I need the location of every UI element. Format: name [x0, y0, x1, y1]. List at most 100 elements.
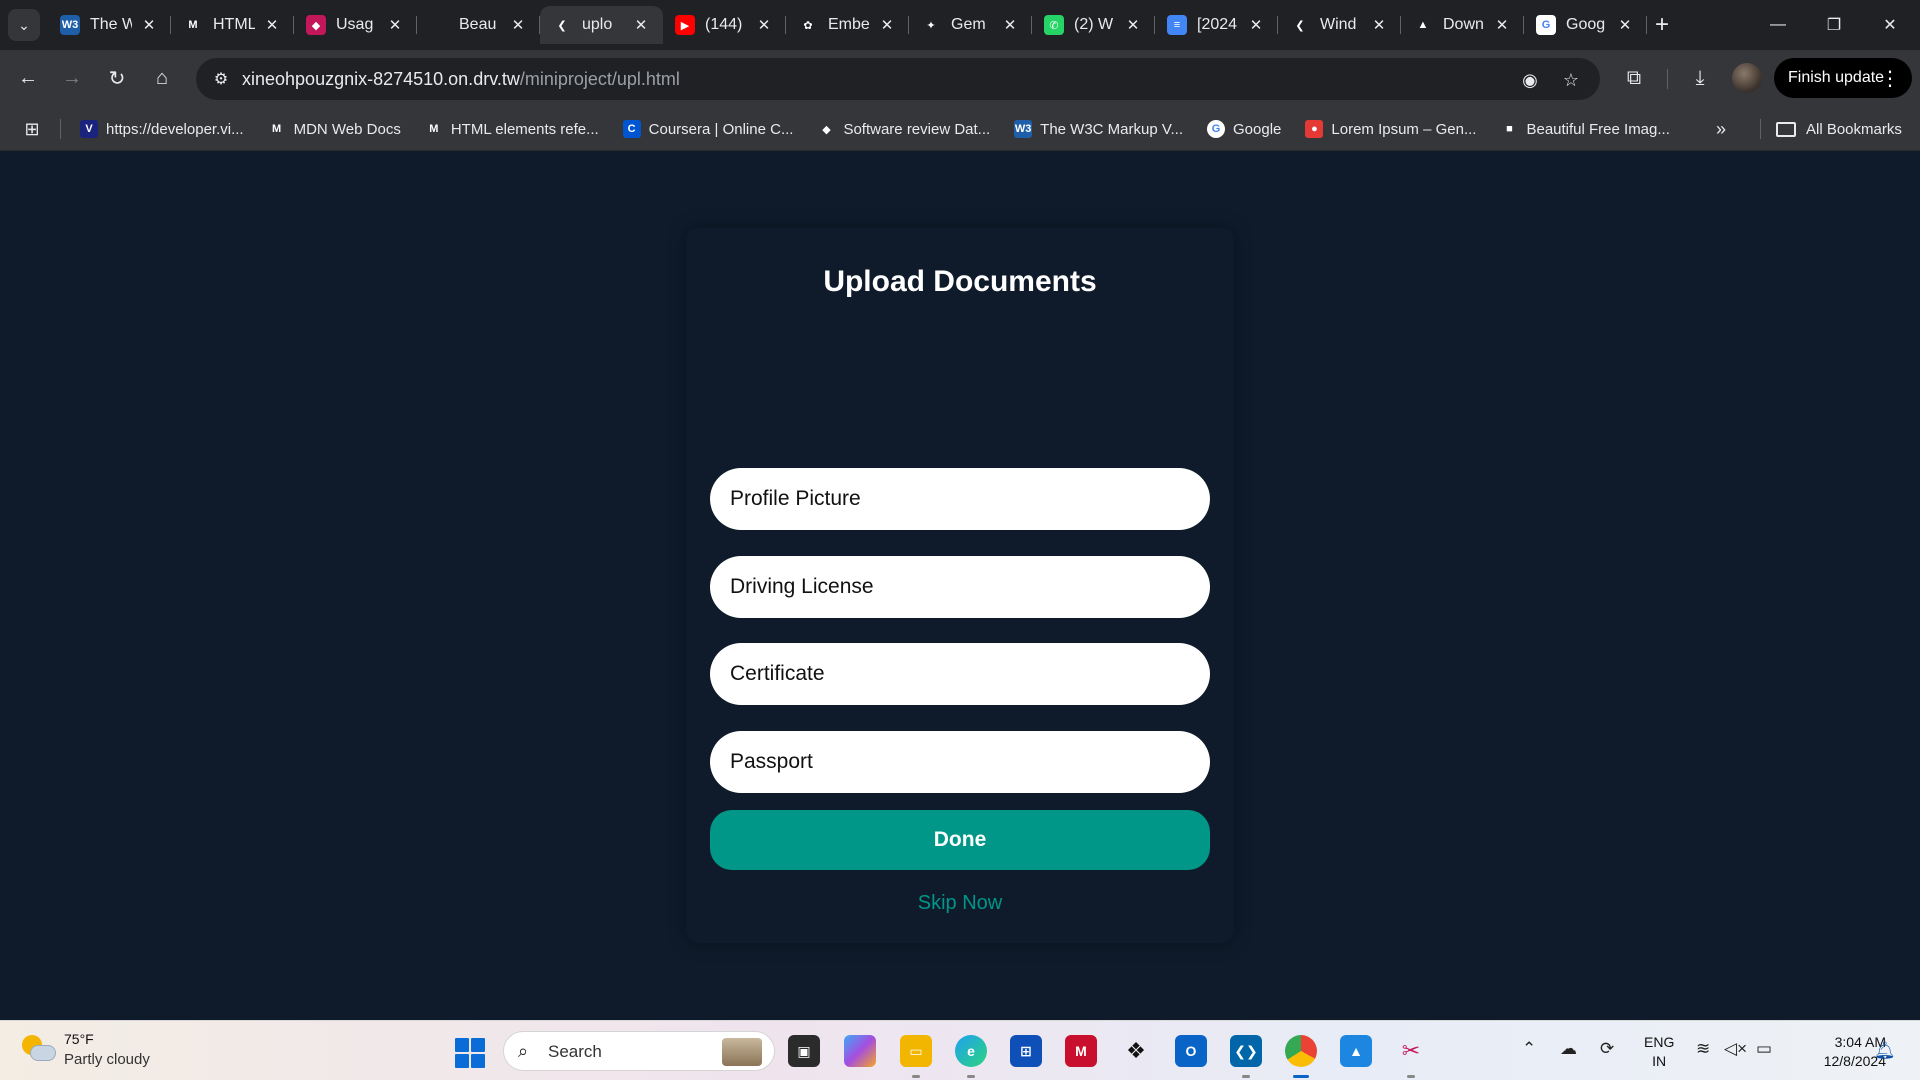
- browser-tab[interactable]: G Goog ✕: [1524, 6, 1647, 44]
- browser-tab[interactable]: ▶ (144) ✕: [663, 6, 786, 44]
- browser-tab[interactable]: ▲ Down ✕: [1401, 6, 1524, 44]
- store-icon[interactable]: ⊞: [1010, 1035, 1042, 1067]
- close-tab-icon[interactable]: ✕: [1615, 15, 1635, 35]
- close-tab-icon[interactable]: ✕: [1000, 15, 1020, 35]
- browser-tab[interactable]: ≡ [2024 ✕: [1155, 6, 1278, 44]
- bookmark-item[interactable]: M MDN Web Docs: [267, 116, 411, 142]
- vscode-icon[interactable]: ❮❯: [1230, 1035, 1262, 1067]
- browser-tab[interactable]: ✦ Gem ✕: [909, 6, 1032, 44]
- minimize-button[interactable]: —: [1750, 0, 1806, 50]
- chrome-icon[interactable]: [1285, 1035, 1317, 1067]
- address-bar[interactable]: ⚙ xineohpouzgnix-8274510.on.drv.tw/minip…: [196, 58, 1600, 100]
- browser-tab[interactable]: ◆ Usag ✕: [294, 6, 417, 44]
- profile-avatar[interactable]: [1732, 63, 1762, 93]
- mcafee-icon[interactable]: M: [1065, 1035, 1097, 1067]
- sync-icon[interactable]: ⟳: [1600, 1039, 1614, 1059]
- docs-icon: ≡: [1167, 15, 1187, 35]
- weather-condition[interactable]: Partly cloudy: [64, 1051, 150, 1068]
- file-explorer-icon[interactable]: ▭: [900, 1035, 932, 1067]
- bookmark-item[interactable]: Vhttps://developer.vi...: [80, 116, 254, 142]
- download-icon[interactable]: ⤓: [1684, 62, 1716, 94]
- unsplash-icon: ■: [1500, 120, 1519, 138]
- bookmark-label: HTML elements refe...: [450, 120, 599, 138]
- browser-tab[interactable]: ❮ uplo ✕: [540, 6, 663, 44]
- edge-icon[interactable]: e: [955, 1035, 987, 1067]
- reload-button[interactable]: ↻: [101, 62, 133, 94]
- system-clock[interactable]: 3:04 AM 12/8/2024: [1792, 1033, 1886, 1071]
- done-button[interactable]: Done: [710, 810, 1210, 870]
- taskbar-search[interactable]: ⌕ Search: [503, 1031, 775, 1071]
- chevron-down-icon: ⌄: [18, 16, 30, 33]
- bookmark-item[interactable]: ◆ Software review Dat...: [817, 116, 1000, 142]
- close-tab-icon[interactable]: ✕: [754, 15, 774, 35]
- apps-grid-icon[interactable]: ⊞: [22, 119, 42, 139]
- passport-field[interactable]: Passport: [710, 731, 1210, 793]
- snipping-tool-icon[interactable]: ✂: [1395, 1035, 1427, 1067]
- back-button[interactable]: ←: [12, 62, 44, 94]
- photos-icon[interactable]: ▲: [1340, 1035, 1372, 1067]
- close-tab-icon[interactable]: ✕: [877, 15, 897, 35]
- browser-tab[interactable]: ✿ Embe ✕: [786, 6, 909, 44]
- home-button[interactable]: ⌂: [146, 62, 178, 94]
- outlook-icon[interactable]: O: [1175, 1035, 1207, 1067]
- skip-now-link[interactable]: Skip Now: [686, 892, 1234, 915]
- close-tab-icon[interactable]: ✕: [385, 15, 405, 35]
- flutter-icon: ❮: [1290, 15, 1310, 35]
- url-text[interactable]: xineohpouzgnix-8274510.on.drv.tw/minipro…: [242, 69, 680, 90]
- battery-icon[interactable]: ▭: [1756, 1039, 1772, 1059]
- task-view-icon[interactable]: ▣: [788, 1035, 820, 1067]
- bookmark-item[interactable]: C Coursera | Online C...: [622, 116, 804, 142]
- certificate-field[interactable]: Certificate: [710, 643, 1210, 705]
- close-tab-icon[interactable]: ✕: [508, 15, 528, 35]
- coursera-icon: C: [622, 120, 641, 138]
- bookmark-item[interactable]: ● Lorem Ipsum – Gen...: [1305, 116, 1486, 142]
- clock-time: 3:04 AM: [1834, 1034, 1886, 1050]
- bookmark-item[interactable]: G Google: [1207, 116, 1291, 142]
- language-indicator[interactable]: ENG IN: [1644, 1033, 1674, 1071]
- finish-update-button[interactable]: Finish update ⋮: [1774, 58, 1912, 98]
- wifi-icon[interactable]: ≋: [1696, 1039, 1710, 1059]
- close-tab-icon[interactable]: ✕: [1123, 15, 1143, 35]
- tab-title: Beau: [459, 16, 497, 33]
- start-button[interactable]: [455, 1038, 485, 1068]
- site-info-icon[interactable]: ⚙: [210, 68, 232, 90]
- copilot-icon[interactable]: [844, 1035, 876, 1067]
- weather-temperature[interactable]: 75°F: [64, 1031, 94, 1047]
- speaker-muted-icon[interactable]: ◁×: [1724, 1039, 1747, 1059]
- close-tab-icon[interactable]: ✕: [139, 15, 159, 35]
- tab-title: Wind: [1320, 16, 1357, 33]
- dropbox-icon[interactable]: ❖: [1120, 1035, 1152, 1067]
- bookmark-item[interactable]: W3 The W3C Markup V...: [1014, 116, 1193, 142]
- bookmark-item[interactable]: ■ Beautiful Free Imag...: [1500, 116, 1679, 142]
- eye-off-icon[interactable]: ◉: [1518, 68, 1542, 92]
- browser-tab[interactable]: W3 The W ✕: [48, 6, 171, 44]
- close-tab-icon[interactable]: ✕: [1492, 15, 1512, 35]
- forward-button[interactable]: →: [56, 62, 88, 94]
- close-tab-icon[interactable]: ✕: [1369, 15, 1389, 35]
- restore-button[interactable]: ❐: [1806, 0, 1862, 50]
- close-tab-icon[interactable]: ✕: [1246, 15, 1266, 35]
- profile-picture-field[interactable]: Profile Picture: [710, 468, 1210, 530]
- weather-icon[interactable]: [22, 1035, 58, 1065]
- close-tab-icon[interactable]: ✕: [262, 15, 282, 35]
- close-window-button[interactable]: ✕: [1862, 0, 1918, 50]
- new-tab-button[interactable]: +: [1648, 11, 1676, 39]
- notification-bell-icon[interactable]: 🔔︎: [1874, 1041, 1896, 1061]
- close-tab-icon[interactable]: ✕: [631, 15, 651, 35]
- star-icon[interactable]: ☆: [1559, 68, 1583, 92]
- tab-search-button[interactable]: ⌄: [8, 9, 40, 41]
- extensions-icon[interactable]: ⧉: [1618, 62, 1650, 94]
- all-bookmarks-button[interactable]: All Bookmarks: [1776, 116, 1902, 142]
- browser-tab[interactable]: ❮ Wind ✕: [1278, 6, 1401, 44]
- v-icon: V: [80, 120, 98, 138]
- bookmark-item[interactable]: M HTML elements refe...: [424, 116, 609, 142]
- arrow-right-icon: →: [62, 66, 82, 89]
- chevron-up-icon[interactable]: ⌃: [1522, 1039, 1536, 1059]
- chevron-double-right-icon[interactable]: »: [1716, 119, 1726, 140]
- browser-tab[interactable]: M HTML ✕: [171, 6, 294, 44]
- driving-license-field[interactable]: Driving License: [710, 556, 1210, 618]
- onedrive-icon[interactable]: ☁: [1560, 1039, 1577, 1059]
- browser-tab[interactable]: ✆ (2) W ✕: [1032, 6, 1155, 44]
- folder-icon: [1776, 121, 1796, 137]
- browser-tab[interactable]: Beau ✕: [417, 6, 540, 44]
